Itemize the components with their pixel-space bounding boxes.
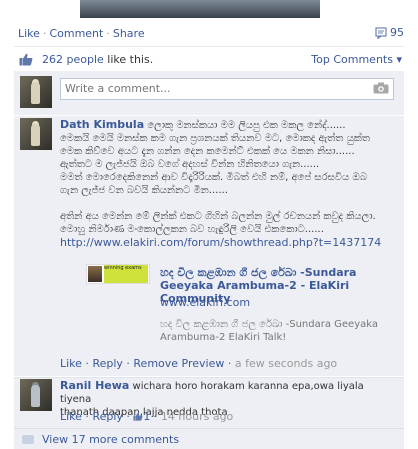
comment-author[interactable]: Dath Kimbula: [60, 118, 144, 131]
avatar[interactable]: [20, 379, 52, 411]
comment-input[interactable]: [61, 79, 369, 97]
comment-text-line: මෙක කිව්වෙ අයට දැන ගන්න දෙන කමෙන්ට් එකක්…: [60, 146, 355, 157]
avatar[interactable]: [20, 76, 52, 108]
sort-comments-dropdown[interactable]: Top Comments ▾: [311, 53, 402, 66]
comment-author[interactable]: Ranil Hewa: [60, 379, 129, 392]
link-preview[interactable]: winning exams හද විල කළඹාන ගී ජල රේඛා -S…: [86, 264, 386, 354]
comment-input-box[interactable]: [60, 78, 394, 100]
comment-url-link[interactable]: http://www.elakiri.com/forum/showthread.…: [60, 236, 396, 249]
likes-people-link[interactable]: 262 people: [42, 53, 104, 66]
likes-row: 262 people like this. Top Comments ▾: [0, 47, 418, 71]
comment-count[interactable]: 95: [375, 26, 404, 40]
separator-dot: ·: [42, 27, 47, 40]
comment-actions: Like · Reply · Remove Preview · a few se…: [60, 357, 338, 370]
comment-text-line: ගැන ලැජ්ජ වන බවයි කියන්නට මින......: [60, 185, 228, 196]
comment-text-line: මොහු නිර්මාණ මංකොල්ලකන බව හැඳුරිලි වෙයි …: [60, 224, 324, 235]
comment-timestamp[interactable]: a few seconds ago: [235, 357, 337, 370]
comment-text-line: මමත් මොරෙදෙකිනෙන් ආව විදෑරිරියක්. මිබත් …: [60, 172, 367, 183]
comment-text-line: මෙකයි මෙයි මනස්ක කම ගැන ප්‍රශනයක් තියනව …: [60, 133, 371, 144]
comment-timestamp[interactable]: 14 hours ago: [161, 410, 233, 423]
comment-count-value: 95: [390, 26, 404, 39]
likes-summary: 262 people like this.: [42, 53, 153, 66]
comment-bubble-icon: [375, 27, 387, 40]
preview-thumbnail[interactable]: winning exams: [86, 264, 150, 284]
comment-text-line: ඇත්තට ම ලැජ්ජයි ඔබ වගේ අදහස් වින්න හිනිත…: [60, 159, 320, 170]
comment-text-line: අතින් අය මෙන්න මේ ලින්ක් එකට ගිහින් බලන්…: [60, 211, 376, 222]
thumbs-up-icon: [19, 53, 33, 66]
post-actions-bar: Like · Comment · Share 95: [0, 22, 418, 46]
like-link[interactable]: Like: [18, 27, 40, 40]
comment-like-count[interactable]: 1: [143, 410, 150, 423]
remove-preview-link[interactable]: Remove Preview: [133, 357, 224, 370]
thumbs-up-icon: [133, 412, 143, 421]
sort-label: Top Comments: [311, 53, 393, 66]
comment-actions: Like · Reply · 1 · 14 hours ago: [60, 410, 234, 423]
post-image[interactable]: [80, 0, 320, 18]
preview-site[interactable]: www.elakiri.com: [160, 296, 250, 309]
comment-like-link[interactable]: Like: [60, 357, 82, 370]
share-link[interactable]: Share: [113, 27, 145, 40]
camera-icon[interactable]: [373, 82, 389, 94]
comment-reply-link[interactable]: Reply: [92, 410, 122, 423]
avatar[interactable]: [20, 118, 52, 150]
comment-link[interactable]: Comment: [49, 27, 103, 40]
likes-suffix: like this.: [103, 53, 154, 66]
comment-body: Dath Kimbula ලොකු මනස්කයා මම ලියපු එක මක…: [60, 118, 396, 249]
preview-description: හද විල කළඹාන ගී ජල රේඛා -Sundara Geeyaka…: [160, 319, 378, 343]
thumbnail-caption: winning exams: [104, 265, 148, 283]
comment-text-line: ලොකු මනස්කයා මම ලියපු එක මකල නේද්......: [147, 120, 346, 131]
view-more-comments[interactable]: View 17 more comments: [14, 428, 404, 449]
separator-dot: ·: [106, 27, 110, 40]
comment-like-link[interactable]: Like: [60, 410, 82, 423]
chevron-down-icon: ▾: [396, 53, 402, 66]
comment-reply-link[interactable]: Reply: [92, 357, 122, 370]
